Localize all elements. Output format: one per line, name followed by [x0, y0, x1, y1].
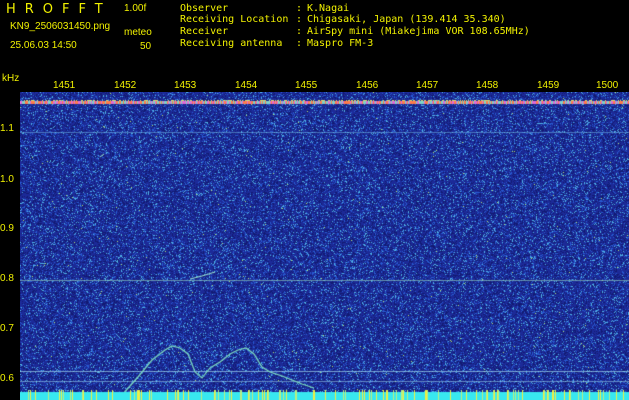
location-value: Chigasaki, Japan (139.414 35.340) [307, 14, 506, 25]
time-axis: 1.1 1.0 0.9 0.8 0.7 0.6 [0, 92, 20, 400]
separator: : [296, 14, 303, 25]
freq-tick: 1453 [174, 80, 197, 91]
app-title: HROFFT [6, 2, 112, 17]
freq-tick: 1458 [476, 80, 499, 91]
freq-tick: 1459 [537, 80, 560, 91]
freq-tick: 1452 [114, 80, 137, 91]
app-version: 1.00f [124, 3, 147, 14]
time-tick: 1.0 [0, 174, 14, 185]
freq-tick: 1457 [416, 80, 439, 91]
timestamp: 25.06.03 14:50 [10, 40, 77, 51]
receiver-value: AirSpy mini (Miakejima VOR 108.65MHz) [307, 26, 530, 37]
freq-tick: 1456 [356, 80, 379, 91]
time-tick: 0.9 [0, 223, 14, 234]
time-tick: 1.1 [0, 123, 14, 134]
frequency-unit-label: kHz [2, 73, 20, 84]
observer-value: K.Nagai [307, 3, 350, 14]
separator: : [296, 38, 303, 49]
time-tick: 0.8 [0, 273, 14, 284]
header: HROFFT 1.00f KN9_2506031450.png 25.06.03… [0, 0, 629, 72]
freq-tick: 1454 [235, 80, 258, 91]
separator: : [296, 26, 303, 37]
receiver-label: Receiver [180, 26, 229, 37]
separator: : [296, 3, 303, 14]
observer-label: Observer [180, 3, 229, 14]
spectrogram[interactable] [20, 92, 629, 400]
meteo-count: 50 [140, 41, 152, 52]
freq-tick: 1451 [53, 80, 76, 91]
time-tick: 0.6 [0, 373, 14, 384]
location-label: Receiving Location [180, 14, 289, 25]
frequency-axis: 1451 1452 1453 1454 1455 1456 1457 1458 … [20, 72, 629, 92]
meteo-label: meteo [124, 27, 152, 38]
freq-tick: 1500 [596, 80, 619, 91]
file-name: KN9_2506031450.png [10, 21, 111, 32]
antenna-value: Maspro FM-3 [307, 38, 374, 49]
antenna-label: Receiving antenna [180, 38, 283, 49]
time-tick: 0.7 [0, 323, 14, 334]
freq-tick: 1455 [295, 80, 318, 91]
